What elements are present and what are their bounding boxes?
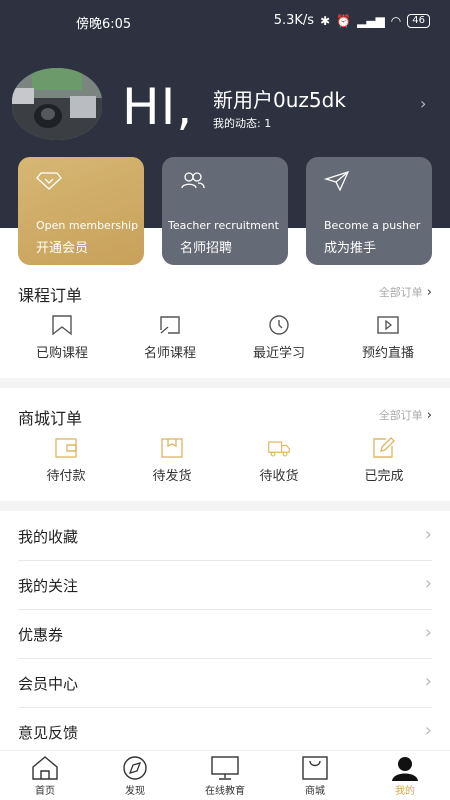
- tab-label: 首页: [35, 786, 55, 797]
- username[interactable]: 新用户0uz5dk: [213, 84, 346, 113]
- tab-label: 发现: [125, 786, 145, 797]
- chevron-right-icon: ›: [424, 671, 432, 692]
- monitor-icon: [211, 756, 239, 780]
- home-icon: [32, 756, 58, 780]
- course-orders-section: 课程订单 全部订单 › 已购课程 名师课程 最近学习 预约直播: [0, 268, 450, 378]
- tab-label: 商城: [305, 786, 325, 797]
- tab-online-education[interactable]: 在线教育: [180, 755, 270, 797]
- wallet-icon: [55, 438, 77, 458]
- grid-label: 名师课程: [143, 346, 196, 361]
- wifi-icon: ◠: [390, 13, 402, 28]
- signal-icon: ▂▄▆: [357, 13, 385, 28]
- play-icon: [377, 316, 399, 334]
- diamond-icon: [36, 172, 62, 190]
- tab-discover[interactable]: 发现: [90, 755, 180, 797]
- alarm-icon: ⏰: [336, 13, 352, 28]
- menu-label: 意见反馈: [18, 724, 79, 742]
- menu-member-center[interactable]: 会员中心 ›: [18, 659, 432, 708]
- section-divider: [0, 501, 450, 511]
- grid-label: 待付款: [46, 469, 86, 484]
- truck-icon: [268, 441, 290, 457]
- chevron-right-icon: ›: [424, 524, 432, 545]
- menu-my-follows[interactable]: 我的关注 ›: [18, 561, 432, 610]
- mall-orders-section: 商城订单 全部订单 › 待付款 待发货 待收货 已完成: [0, 391, 450, 501]
- all-mall-orders-link[interactable]: 全部订单 ›: [379, 407, 432, 423]
- open-membership-card[interactable]: Open membership 开通会员: [18, 157, 144, 265]
- pending-shipment[interactable]: 待发货: [117, 437, 227, 484]
- mall-order-grid: 待付款 待发货 待收货 已完成: [0, 437, 450, 497]
- card-en-label: Teacher recruitment: [168, 219, 279, 232]
- network-speed: 5.3K/s: [273, 13, 315, 28]
- tab-home[interactable]: 首页: [0, 755, 90, 797]
- section-title: 课程订单: [18, 286, 83, 305]
- grid-label: 最近学习: [252, 346, 305, 361]
- chevron-right-icon: ›: [424, 573, 432, 594]
- battery-icon: 46: [407, 13, 430, 28]
- teacher-board-icon: [160, 316, 180, 334]
- greeting: HI,: [122, 78, 194, 136]
- card-en-label: Open membership: [36, 219, 139, 232]
- status-bar: 傍晚6:05 5.3K/s ✱ ⏰ ▂▄▆ ◠ 46: [0, 10, 450, 32]
- grid-label: 预约直播: [361, 346, 414, 361]
- completed-orders[interactable]: 已完成: [329, 437, 439, 484]
- chevron-right-icon: ›: [424, 622, 432, 643]
- grid-label: 待收货: [259, 469, 299, 484]
- all-orders-label: 全部订单: [378, 286, 423, 299]
- tab-label: 我的: [395, 786, 415, 797]
- card-cn-label: 名师招聘: [180, 241, 233, 256]
- become-pusher-card[interactable]: Become a pusher 成为推手: [306, 157, 432, 265]
- chevron-right-icon: ›: [426, 285, 432, 300]
- menu-label: 我的关注: [18, 577, 79, 595]
- clock-icon: [269, 315, 289, 335]
- card-cn-label: 开通会员: [36, 241, 89, 256]
- pending-payment[interactable]: 待付款: [11, 437, 121, 484]
- recent-learning[interactable]: 最近学习: [224, 314, 334, 361]
- status-time: 傍晚6:05: [76, 17, 132, 32]
- tab-mine[interactable]: 我的: [360, 755, 450, 797]
- purchased-courses[interactable]: 已购课程: [7, 314, 117, 361]
- chevron-right-icon[interactable]: ›: [420, 94, 426, 113]
- my-dynamics[interactable]: 我的动态: 1: [213, 115, 271, 131]
- send-icon: [324, 171, 350, 191]
- chevron-right-icon: ›: [424, 720, 432, 741]
- box-icon: [161, 438, 183, 458]
- teacher-recruitment-card[interactable]: Teacher recruitment 名师招聘: [162, 157, 288, 265]
- chevron-right-icon: ›: [426, 408, 432, 423]
- grid-label: 待发货: [152, 469, 192, 484]
- person-icon: [392, 757, 418, 781]
- menu-my-favorites[interactable]: 我的收藏 ›: [18, 512, 432, 561]
- menu-label: 我的收藏: [18, 528, 79, 546]
- avatar-image: [12, 68, 102, 140]
- bluetooth-icon: ✱: [320, 13, 331, 28]
- teacher-courses[interactable]: 名师课程: [115, 314, 225, 361]
- users-icon: [181, 172, 205, 189]
- bottom-tab-bar: 首页 发现 在线教育 商城 我的: [0, 750, 450, 800]
- bookmark-icon: [52, 315, 72, 336]
- section-title: 商城订单: [18, 409, 83, 428]
- section-divider: [0, 378, 450, 388]
- shopping-bag-icon: [302, 756, 328, 780]
- compass-icon: [123, 756, 147, 780]
- grid-label: 已购课程: [35, 346, 88, 361]
- course-order-grid: 已购课程 名师课程 最近学习 预约直播: [0, 314, 450, 374]
- menu-coupons[interactable]: 优惠券 ›: [18, 610, 432, 659]
- grid-label: 已完成: [364, 469, 404, 484]
- edit-icon: [373, 437, 395, 458]
- booked-livestreams[interactable]: 预约直播: [333, 314, 443, 361]
- menu-label: 会员中心: [18, 675, 79, 693]
- all-course-orders-link[interactable]: 全部订单 ›: [379, 284, 432, 300]
- avatar[interactable]: [12, 68, 102, 140]
- menu-label: 优惠券: [18, 626, 64, 644]
- card-cn-label: 成为推手: [324, 241, 377, 256]
- card-en-label: Become a pusher: [324, 219, 421, 232]
- status-icons: 5.3K/s ✱ ⏰ ▂▄▆ ◠ 46: [274, 13, 430, 28]
- tab-mall[interactable]: 商城: [270, 755, 360, 797]
- promo-cards: Open membership 开通会员 Teacher recruitment…: [18, 157, 432, 265]
- pending-receipt[interactable]: 待收货: [224, 437, 334, 484]
- tab-label: 在线教育: [205, 786, 245, 797]
- all-orders-label: 全部订单: [378, 409, 423, 422]
